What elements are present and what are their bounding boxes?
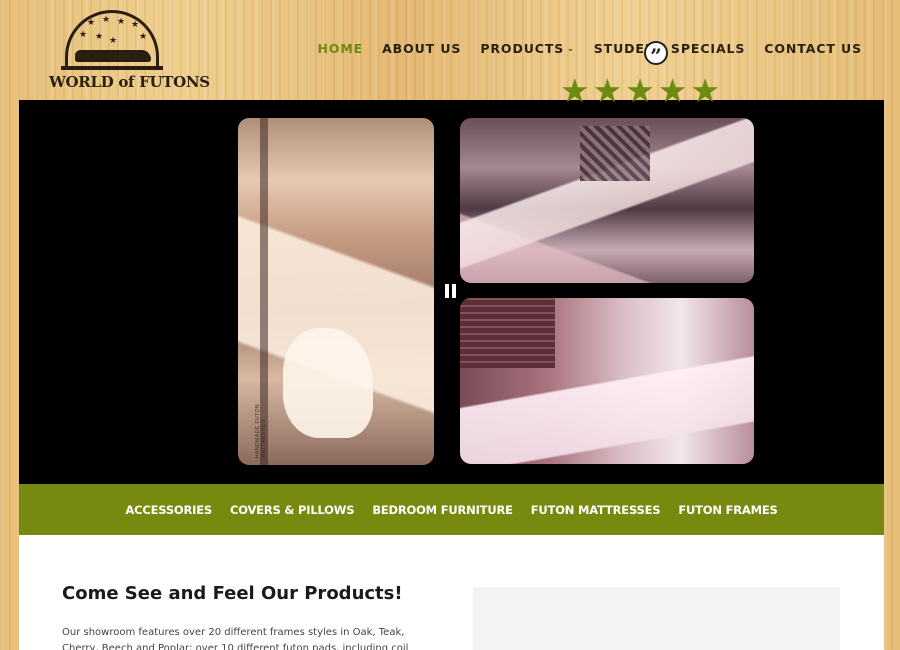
star-icon: ★ xyxy=(560,72,590,109)
slide-image-showroom-lounging xyxy=(460,118,754,283)
star-icon: ★ xyxy=(95,31,104,41)
category-accessories[interactable]: ACCESSORIES xyxy=(125,503,212,517)
star-icon: ★ xyxy=(87,17,96,27)
category-bar: ACCESSORIES COVERS & PILLOWS BEDROOM FUR… xyxy=(19,484,884,535)
pause-icon[interactable] xyxy=(445,284,457,298)
star-rating: ★ ★ ★ ★ ★ xyxy=(560,74,720,107)
star-icon: ★ xyxy=(625,72,655,109)
chevron-down-icon: ⌄ xyxy=(567,44,575,53)
star-icon: ★ xyxy=(79,29,88,39)
section-heading: Come See and Feel Our Products! xyxy=(62,583,403,604)
nav-home[interactable]: HOME xyxy=(317,41,363,56)
nav-products-label: PRODUCTS xyxy=(480,41,565,56)
world-of-futons-logo[interactable]: ★ ★ ★ ★ ★ ★ ★ ★ WORLD of FUTONS xyxy=(47,10,210,92)
main-nav: HOME ABOUT US PRODUCTS ⌄ STUDENT SPECIALS… xyxy=(317,41,862,56)
star-icon: ★ xyxy=(109,35,118,45)
main-content: Come See and Feel Our Products! Our show… xyxy=(19,535,884,650)
logo-base-line xyxy=(61,66,163,70)
category-futon-mattresses[interactable]: FUTON MATTRESSES xyxy=(531,503,661,517)
nav-about-us[interactable]: ABOUT US xyxy=(382,41,461,56)
slide-image-showroom-frames xyxy=(460,298,754,464)
testimonial-card xyxy=(473,587,840,650)
star-icon: ★ xyxy=(657,72,688,109)
quote-icon: ” xyxy=(644,41,668,68)
page-container: ★ ★ ★ ★ ★ ★ ★ ★ WORLD of FUTONS HOME ABO… xyxy=(19,0,884,650)
showroom-paragraph: Our showroom features over 20 different … xyxy=(62,627,409,650)
category-futon-frames[interactable]: FUTON FRAMES xyxy=(678,503,777,517)
star-icon: ★ xyxy=(690,72,720,109)
star-icon: ★ xyxy=(117,16,126,26)
sleeping-figure-icon xyxy=(75,50,151,62)
photo-caption: HANDMADE FUTON MATTRESSES xyxy=(255,403,267,458)
slide-image-mattress-making: HANDMADE FUTON MATTRESSES xyxy=(238,118,434,465)
nav-products[interactable]: PRODUCTS ⌄ xyxy=(480,41,574,56)
star-icon: ★ xyxy=(592,72,623,109)
logo-text: WORLD of FUTONS xyxy=(49,73,210,91)
site-header: ★ ★ ★ ★ ★ ★ ★ ★ WORLD of FUTONS HOME ABO… xyxy=(19,0,884,100)
hero-slider: HANDMADE FUTON MATTRESSES xyxy=(19,100,884,484)
nav-student-specials[interactable]: STUDENT SPECIALS xyxy=(594,41,746,56)
star-icon: ★ xyxy=(139,31,148,41)
star-icon: ★ xyxy=(131,19,140,29)
category-bedroom-furniture[interactable]: BEDROOM FURNITURE xyxy=(372,503,513,517)
category-covers-pillows[interactable]: COVERS & PILLOWS xyxy=(230,503,355,517)
nav-contact-us[interactable]: CONTACT US xyxy=(764,41,862,56)
star-icon: ★ xyxy=(102,14,111,24)
